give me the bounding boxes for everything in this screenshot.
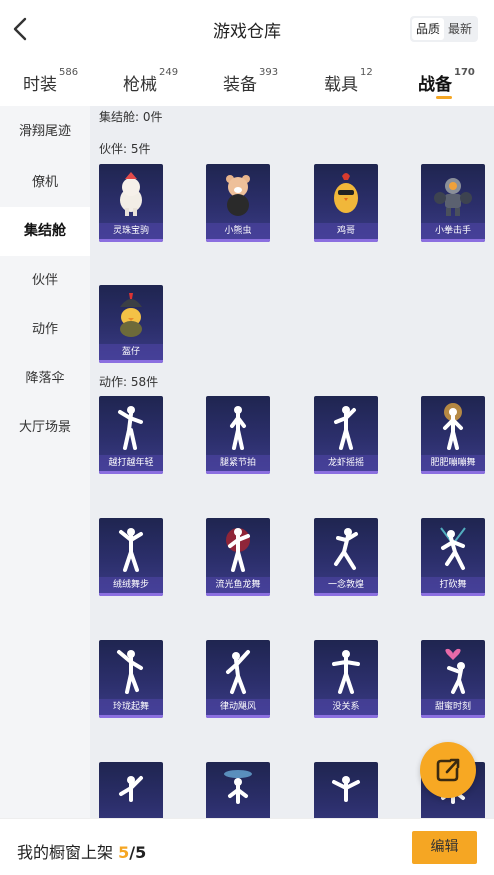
partner-card[interactable]: 鸡哥 [314, 164, 378, 242]
tab-count: 393 [259, 67, 279, 78]
edit-button[interactable]: 编辑 [412, 831, 477, 864]
bottom-bar: 我的橱窗上架 5/5 编辑 [0, 818, 494, 875]
dancer-figure-icon [226, 528, 250, 572]
dancer-figure-icon [119, 528, 143, 572]
card-label: 绒绒舞步 [99, 577, 163, 593]
showcase-count: 5 [118, 843, 130, 862]
card-label: 打砍舞 [421, 577, 485, 593]
action-card[interactable]: 没关系 [314, 640, 378, 718]
bear-figure-icon [226, 175, 250, 216]
card-label: 玲珑起舞 [99, 699, 163, 715]
section-header-action: 动作: 58件 [99, 375, 159, 389]
action-card[interactable]: 律动飓风 [206, 640, 270, 718]
tab-combat-supply[interactable]: 战备170 [418, 67, 475, 95]
sidebar-item-lobby-scene[interactable]: 大厅场景 [0, 403, 90, 452]
dancer-figure-icon [226, 650, 250, 694]
partner-card[interactable]: 小拳击手 [421, 164, 485, 242]
category-tabs: 时装586 枪械249 装备393 载具12 战备170 [0, 58, 494, 106]
sort-option-quality[interactable]: 品质 [411, 18, 444, 40]
sidebar-item-partner[interactable]: 伙伴 [0, 256, 90, 305]
card-label: 甜蜜时刻 [421, 699, 485, 715]
showcase-total: /5 [129, 843, 147, 862]
sidebar-item-glide-trail[interactable]: 滑翔尾迹 [0, 107, 90, 156]
showcase-label: 我的橱窗上架 [17, 843, 114, 862]
dancer-figure-icon [119, 776, 143, 802]
action-card[interactable]: 甜蜜时刻 [421, 640, 485, 718]
sort-toggle[interactable]: 品质 最新 [409, 16, 478, 42]
dancer-figure-icon [224, 770, 252, 804]
action-card[interactable]: 肥肥嘣嘣舞 [421, 396, 485, 474]
sidebar-item-action[interactable]: 动作 [0, 305, 90, 354]
card-label: 小拳击手 [421, 223, 485, 239]
card-label: 盔仔 [99, 344, 163, 360]
card-label: 一念敦煌 [314, 577, 378, 593]
sort-option-latest[interactable]: 最新 [444, 18, 476, 40]
dancer-figure-icon [440, 527, 466, 570]
card-label: 小熊虫 [206, 223, 270, 239]
sidebar: 滑翔尾迹 僚机 集结舱 伙伴 动作 降落伞 大厅场景 [0, 106, 90, 818]
card-label: 律动飓风 [206, 699, 270, 715]
dancer-figure-icon [334, 406, 356, 450]
partner-card[interactable]: 灵珠宝驹 [99, 164, 163, 242]
dancer-figure-icon [117, 650, 143, 694]
card-label: 鸡哥 [314, 223, 378, 239]
tab-label: 时装 [23, 75, 57, 95]
dancer-figure-icon [334, 528, 358, 570]
tab-vehicles[interactable]: 载具12 [324, 67, 373, 95]
action-card[interactable]: 绒绒舞步 [99, 518, 163, 596]
sidebar-item-parachute[interactable]: 降落伞 [0, 354, 90, 403]
action-card[interactable]: 一念敦煌 [314, 518, 378, 596]
tab-costume[interactable]: 时装586 [23, 67, 79, 95]
external-link-icon [436, 758, 460, 782]
action-card[interactable]: 越打越年轻 [99, 396, 163, 474]
tab-count: 586 [59, 67, 79, 78]
tab-label: 战备 [418, 75, 452, 95]
item-grid-area[interactable]: 集结舱: 0件 伙伴: 5件 灵珠宝驹 小熊虫 鸡哥 小拳击手 盔仔 动作: 5… [90, 106, 494, 818]
section-header-capsule: 集结舱: 0件 [99, 110, 163, 124]
action-card[interactable]: 玲珑起舞 [99, 640, 163, 718]
tab-label: 载具 [324, 75, 358, 95]
tab-label: 装备 [223, 75, 257, 95]
tab-count: 12 [360, 67, 373, 78]
action-card[interactable] [206, 762, 270, 818]
tab-equipment[interactable]: 装备393 [223, 67, 279, 95]
action-card[interactable]: 打砍舞 [421, 518, 485, 596]
dancer-figure-icon [118, 406, 143, 450]
sidebar-item-wingman[interactable]: 僚机 [0, 158, 90, 207]
tab-count: 249 [159, 67, 179, 78]
dancer-figure-icon [445, 648, 465, 694]
card-label: 龙虾摇摇 [314, 455, 378, 471]
tab-count: 170 [454, 67, 475, 78]
card-label: 灵珠宝驹 [99, 223, 163, 239]
action-card[interactable]: 流光鱼龙舞 [206, 518, 270, 596]
sidebar-item-rally-capsule[interactable]: 集结舱 [0, 207, 90, 256]
card-label: 腿紧节拍 [206, 455, 270, 471]
dancer-figure-icon [443, 403, 463, 450]
header: 游戏仓库 品质 最新 [0, 0, 494, 58]
dancer-figure-icon [230, 406, 246, 450]
chicken-figure-icon [334, 173, 358, 213]
partner-card[interactable]: 小熊虫 [206, 164, 270, 242]
dancer-figure-icon [332, 776, 360, 802]
boxer-robot-figure-icon [434, 178, 472, 216]
active-tab-indicator [436, 96, 452, 99]
card-label: 没关系 [314, 699, 378, 715]
showcase-status: 我的橱窗上架 5/5 [17, 839, 146, 863]
helmet-duck-figure-icon [120, 293, 142, 337]
action-card[interactable] [99, 762, 163, 818]
action-card[interactable]: 腿紧节拍 [206, 396, 270, 474]
action-card[interactable] [314, 762, 378, 818]
tab-weapons[interactable]: 枪械249 [123, 67, 179, 95]
card-label: 越打越年轻 [99, 455, 163, 471]
card-label: 流光鱼龙舞 [206, 577, 270, 593]
action-card[interactable]: 龙虾摇摇 [314, 396, 378, 474]
tab-label: 枪械 [123, 75, 157, 95]
pony-figure-icon [120, 172, 142, 216]
dancer-figure-icon [332, 650, 360, 694]
partner-card[interactable]: 盔仔 [99, 285, 163, 363]
section-header-partner: 伙伴: 5件 [99, 142, 151, 156]
card-label: 肥肥嘣嘣舞 [421, 455, 485, 471]
share-button[interactable] [420, 742, 476, 798]
